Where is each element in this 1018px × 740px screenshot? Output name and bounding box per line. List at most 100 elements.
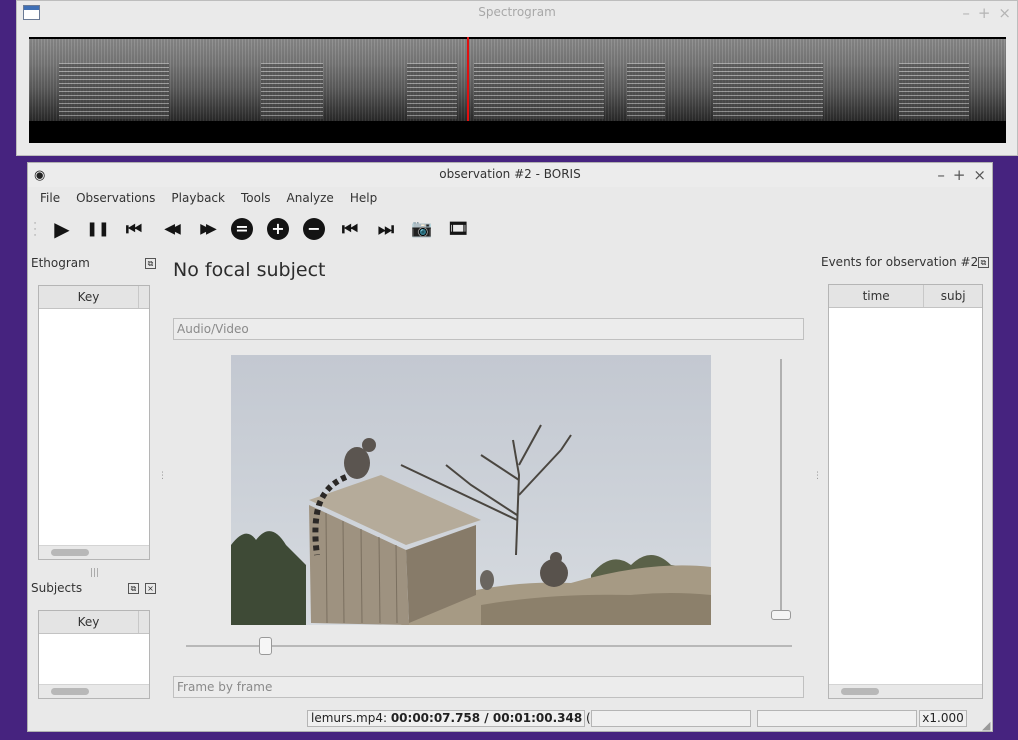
spectrogram-burst [899,63,969,119]
menu-help[interactable]: Help [342,187,385,211]
close-button[interactable]: × [973,166,986,184]
previous-media-button[interactable]: ⏮ [334,213,366,245]
spectrogram-burst [713,63,823,119]
rewind-icon: ◀◀ [164,221,180,237]
play-button[interactable]: ▶ [46,213,78,245]
menu-file[interactable]: File [32,187,68,211]
spectrogram-burst [59,63,169,119]
next-media-icon: ⏭ [377,218,395,240]
audio-video-groupbox: Audio/Video [173,318,804,340]
close-dock-button[interactable]: × [145,583,156,594]
maximize-button[interactable]: + [953,166,966,184]
table-header: Key [39,286,149,309]
camera-icon: 📷 [411,219,433,239]
maximize-button[interactable]: + [978,4,991,22]
pause-button[interactable]: ❚❚ [82,213,114,245]
menu-bar: File Observations Playback Tools Analyze… [28,187,992,211]
column-header-key[interactable]: Key [39,611,139,633]
skip-to-start-icon: ⏮ [125,218,143,240]
spectrogram-title: Spectrogram [478,5,556,19]
menu-analyze[interactable]: Analyze [279,187,342,211]
status-field [591,710,751,727]
skip-to-start-button[interactable]: ⏮ [118,213,150,245]
float-dock-button[interactable]: ⧉ [978,257,989,268]
subjects-title: Subjects [31,581,83,595]
volume-slider-track[interactable] [780,359,782,617]
focal-subject-label: No focal subject [173,259,326,281]
main-window: ◉ observation #2 - BORIS – + × File Obse… [27,162,993,732]
spectrogram-burst [627,63,665,119]
video-frame [231,424,711,625]
horizontal-scrollbar[interactable] [829,684,982,698]
scrollbar-thumb[interactable] [841,688,879,695]
main-window-controls: – + × [937,166,986,184]
status-field [757,710,917,727]
rewind-button[interactable]: ◀◀ [154,213,186,245]
video-position-slider[interactable] [186,645,792,647]
spectrogram-titlebar[interactable]: Spectrogram – + × [17,1,1017,25]
horizontal-scrollbar[interactable] [39,545,149,559]
spectrogram-window-controls: – + × [962,4,1011,22]
speed-up-button[interactable]: + [262,213,294,245]
column-header-subject[interactable]: subj [924,285,982,307]
menu-observations[interactable]: Observations [68,187,163,211]
horizontal-scrollbar[interactable] [39,684,149,698]
float-dock-button[interactable]: ⧉ [128,583,139,594]
spectrogram-plot[interactable] [29,37,1006,143]
spectrogram-position-cursor [467,37,469,121]
frame-by-frame-groupbox: Frame by frame [173,676,804,698]
toolbar-grip[interactable]: · · · [32,220,38,241]
spectrogram-burst [407,63,457,119]
slow-down-button[interactable]: − [298,213,330,245]
table-header: Key [39,611,149,634]
resize-grip[interactable]: ◢ [982,719,990,732]
play-icon: ▶ [54,217,70,241]
main-titlebar[interactable]: ◉ observation #2 - BORIS – + × [28,163,992,187]
fast-forward-icon: ▶▶ [200,221,216,237]
playback-speed: x1.000 [919,710,967,727]
float-dock-button[interactable]: ⧉ [145,258,156,269]
subjects-table[interactable]: Key [38,610,150,699]
next-media-button[interactable]: ⏭ [370,213,402,245]
snapshot-button[interactable]: 📷 [406,213,438,245]
minimize-button[interactable]: – [937,166,945,184]
events-title: Events for observation #2 [821,255,979,269]
table-header: time subj [829,285,982,308]
scrollbar-thumb[interactable] [51,549,89,556]
previous-media-icon: ⏮ [341,218,359,240]
dock-splitter[interactable]: ⋮ [813,471,822,481]
ethogram-table[interactable]: Key [38,285,150,560]
reset-speed-icon: = [231,218,253,240]
reset-speed-button[interactable]: = [226,213,258,245]
volume-slider-handle[interactable] [771,610,791,620]
dock-splitter[interactable]: ||| [90,568,99,578]
menu-tools[interactable]: Tools [233,187,279,211]
events-table[interactable]: time subj [828,284,983,699]
tree-silhouette [231,531,306,625]
column-header-time[interactable]: time [829,285,925,307]
media-status: lemurs.mp4: 00:00:07.758 / 00:01:00.348 … [307,710,639,727]
close-button[interactable]: × [998,4,1011,22]
pause-icon: ❚❚ [86,221,110,237]
spectrogram-window: Spectrogram – + × [16,0,1018,156]
scrollbar-thumb[interactable] [51,688,89,695]
fast-forward-button[interactable]: ▶▶ [190,213,222,245]
column-header-key[interactable]: Key [39,286,139,308]
video-player[interactable] [231,355,711,625]
spectrogram-burst [474,63,604,119]
menu-playback[interactable]: Playback [163,187,233,211]
lemur [480,570,494,590]
video-position-handle[interactable] [259,637,272,655]
left-dock: Ethogram ⧉ Key ||| Subjects ⧉ × Key [29,249,159,699]
frame-by-frame-button[interactable]: 🎞 [442,213,474,245]
media-file-name: lemurs.mp4: [311,711,387,725]
lemur [344,447,370,479]
slow-down-icon: − [303,218,325,240]
spectrogram-burst [261,63,323,119]
minimize-button[interactable]: – [962,4,970,22]
lemur-head [362,438,376,452]
dock-splitter[interactable]: ⋮ [158,471,167,481]
main-window-title: observation #2 - BORIS [439,167,581,181]
ethogram-title: Ethogram [31,256,90,270]
speed-up-icon: + [267,218,289,240]
